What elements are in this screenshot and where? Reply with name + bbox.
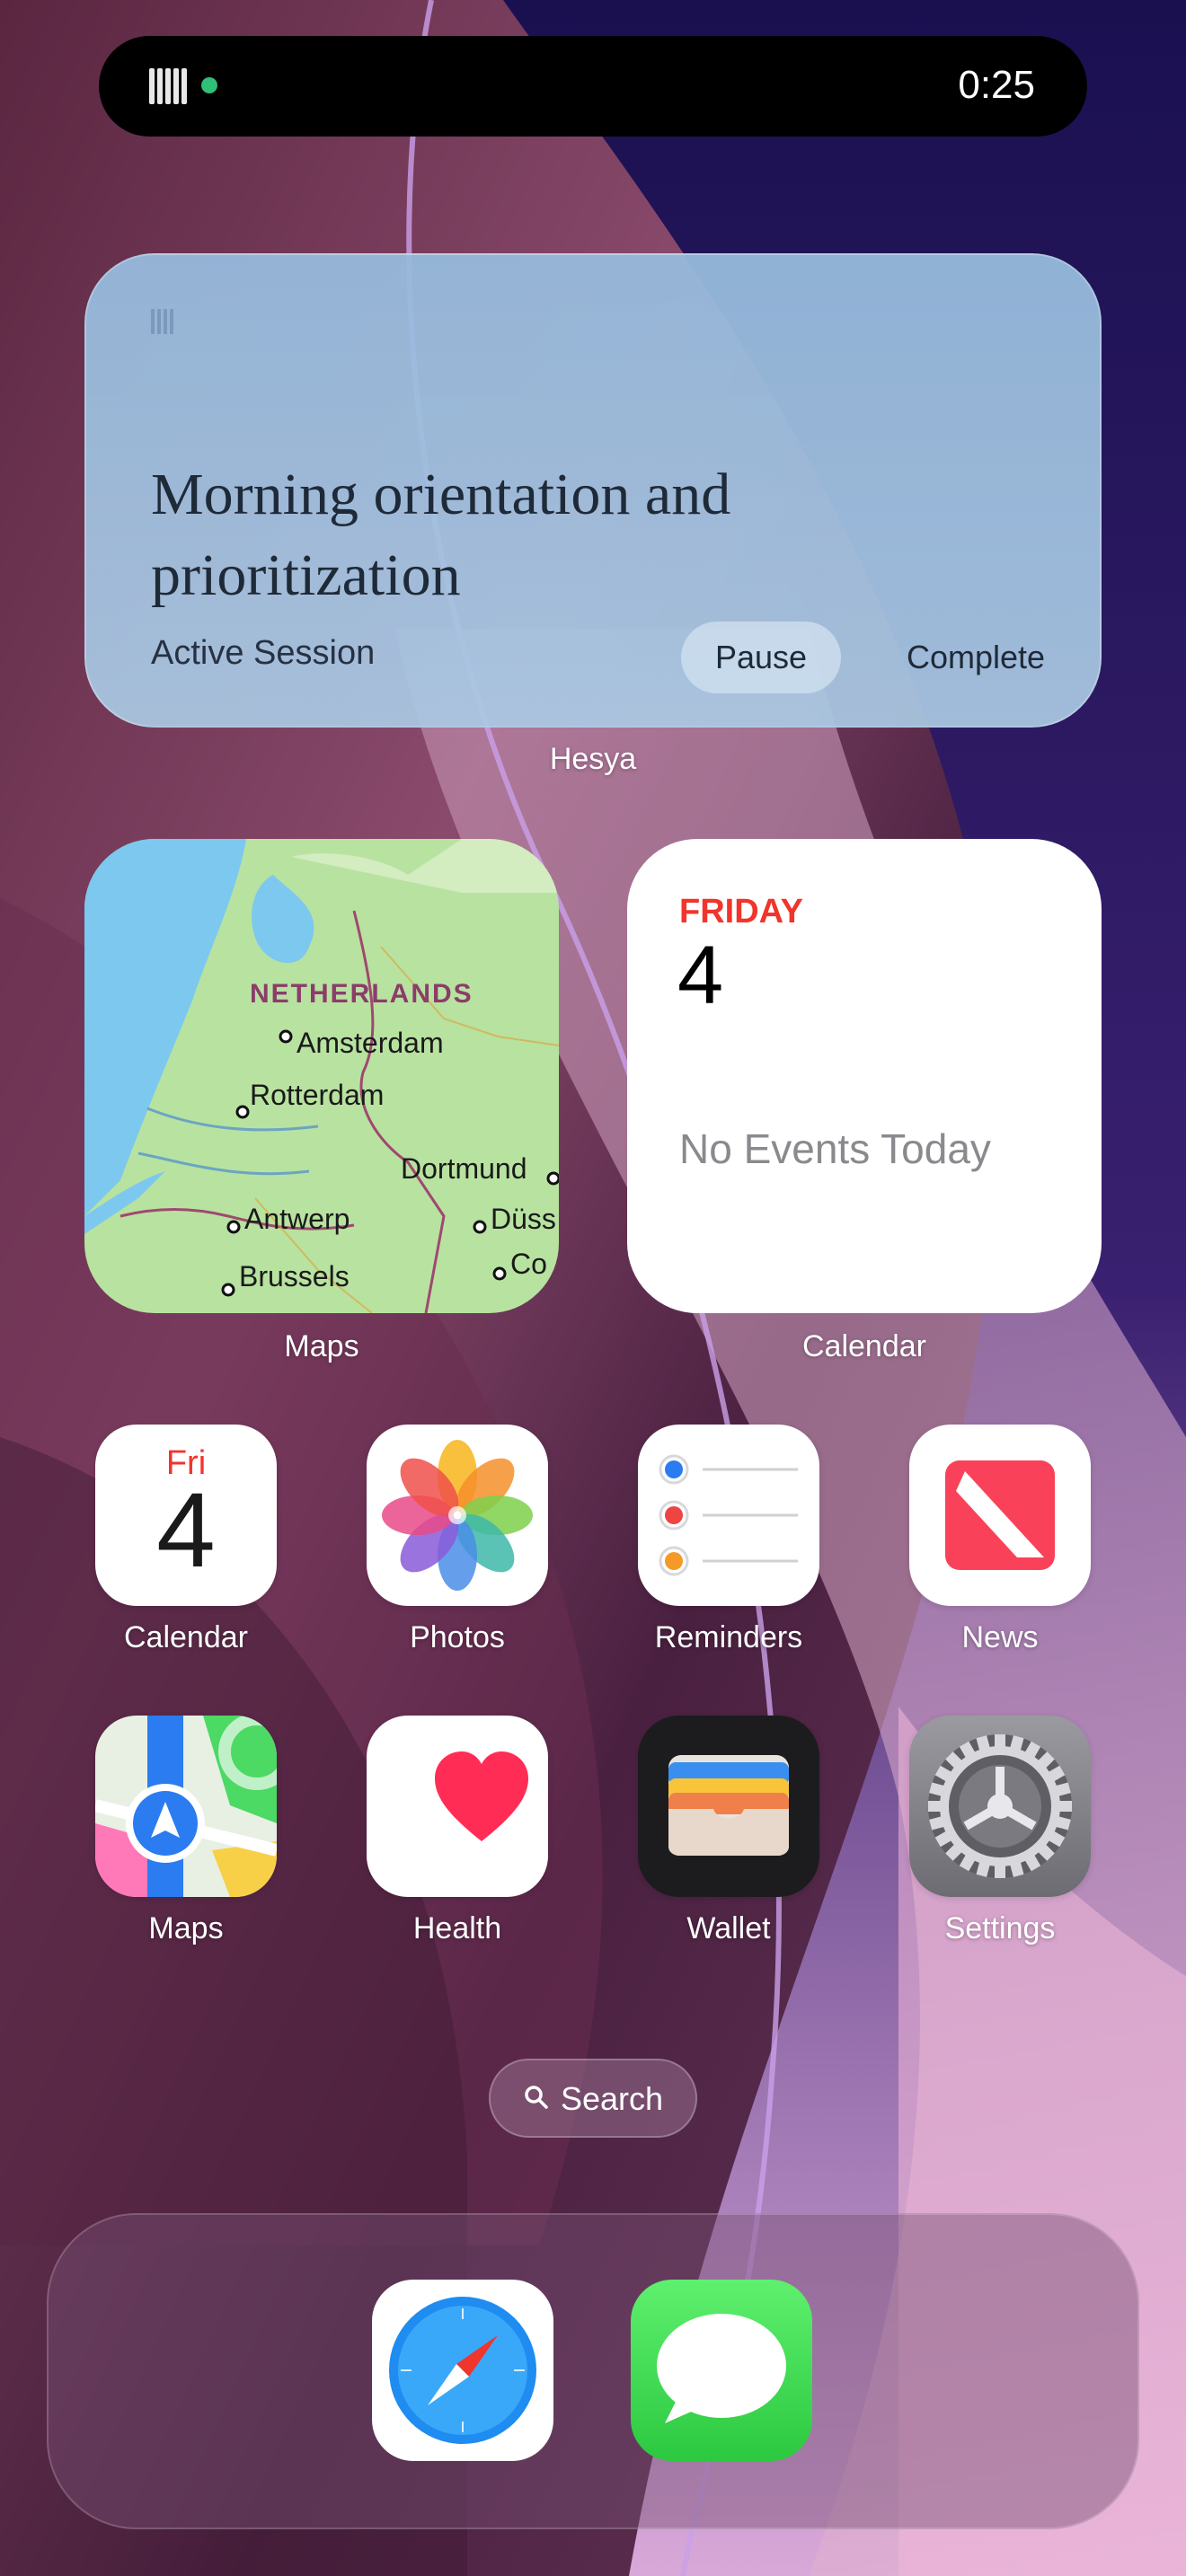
- hesya-widget[interactable]: Morning orientation and prioritization A…: [84, 253, 1102, 728]
- map-label-amsterdam: Amsterdam: [296, 1027, 444, 1059]
- news-icon: [909, 1425, 1091, 1606]
- session-title: Morning orientation and prioritization: [151, 462, 731, 608]
- complete-button[interactable]: Complete: [877, 622, 1075, 693]
- map-label-country: NETHERLANDS: [250, 979, 474, 1009]
- session-status: Active Session: [151, 634, 376, 672]
- app-maps[interactable]: Maps: [95, 1716, 277, 1946]
- map-view: NETHERLANDS Amsterdam Rotterdam Dortmund…: [84, 839, 559, 1313]
- activity-bars-icon: [149, 68, 187, 104]
- app-wallet[interactable]: Wallet: [638, 1716, 819, 1946]
- app-health[interactable]: Health: [367, 1716, 548, 1946]
- safari-icon: [389, 2297, 536, 2444]
- calendar-icon: Fri 4: [95, 1425, 277, 1606]
- map-pin-dusseldorf: [473, 1220, 487, 1234]
- map-pin-rotterdam: [235, 1105, 250, 1119]
- dock-app-safari[interactable]: [372, 2280, 553, 2461]
- map-pin-antwerp: [226, 1220, 241, 1234]
- map-pin-cologne: [492, 1266, 507, 1281]
- dock-app-messages[interactable]: [631, 2280, 812, 2461]
- calendar-widget[interactable]: FRIDAY 4 No Events Today: [627, 839, 1102, 1313]
- live-activity-timer: 0:25: [958, 63, 1035, 107]
- map-pin-amsterdam: [279, 1029, 293, 1044]
- app-label: Maps: [148, 1911, 224, 1945]
- map-pin-dortmund: [546, 1171, 559, 1186]
- hesya-logo-icon: [151, 309, 178, 336]
- map-label-cologne: Co: [510, 1248, 547, 1280]
- app-label: Calendar: [124, 1620, 248, 1654]
- photos-icon: [367, 1425, 548, 1606]
- live-indicator-icon: [201, 77, 217, 93]
- app-calendar[interactable]: Fri 4 Calendar: [95, 1425, 277, 1655]
- app-label: Health: [412, 1911, 502, 1945]
- settings-icon: [909, 1716, 1091, 1897]
- calendar-icon-date: 4: [156, 1471, 216, 1590]
- app-label: Settings: [944, 1911, 1056, 1945]
- wallet-icon: [638, 1716, 819, 1897]
- map-label-dortmund: Dortmund: [401, 1152, 527, 1185]
- map-label-dusseldorf: Düss: [491, 1203, 556, 1235]
- app-photos[interactable]: Photos: [367, 1425, 548, 1655]
- calendar-no-events: No Events Today: [679, 1125, 991, 1172]
- calendar-day-name: FRIDAY: [679, 893, 803, 931]
- health-icon: [367, 1716, 548, 1897]
- app-label: Reminders: [654, 1620, 803, 1654]
- app-news[interactable]: News: [909, 1425, 1091, 1655]
- map-label-antwerp: Antwerp: [244, 1203, 350, 1235]
- messages-icon: [657, 2314, 786, 2423]
- app-label: Photos: [410, 1620, 505, 1654]
- maps-icon: [95, 1716, 277, 1897]
- calendar-widget-label: Calendar: [802, 1329, 926, 1363]
- search-button[interactable]: Search: [489, 2059, 697, 2138]
- app-reminders[interactable]: Reminders: [638, 1425, 819, 1655]
- reminders-icon: [638, 1425, 819, 1606]
- app-label: News: [961, 1620, 1039, 1654]
- map-pin-brussels: [221, 1283, 235, 1297]
- app-settings[interactable]: Settings: [909, 1716, 1091, 1946]
- dock: [47, 2213, 1139, 2529]
- map-label-brussels: Brussels: [239, 1260, 350, 1292]
- maps-widget[interactable]: NETHERLANDS Amsterdam Rotterdam Dortmund…: [84, 839, 559, 1313]
- maps-widget-label: Maps: [284, 1329, 359, 1363]
- search-label: Search: [561, 2080, 664, 2117]
- app-label: Wallet: [686, 1911, 771, 1945]
- dynamic-island[interactable]: 0:25: [99, 36, 1087, 137]
- hesya-widget-label: Hesya: [549, 742, 637, 776]
- search-icon: [525, 2086, 548, 2109]
- pause-button[interactable]: Pause: [681, 622, 841, 693]
- calendar-date: 4: [677, 930, 724, 1021]
- map-label-rotterdam: Rotterdam: [250, 1079, 384, 1111]
